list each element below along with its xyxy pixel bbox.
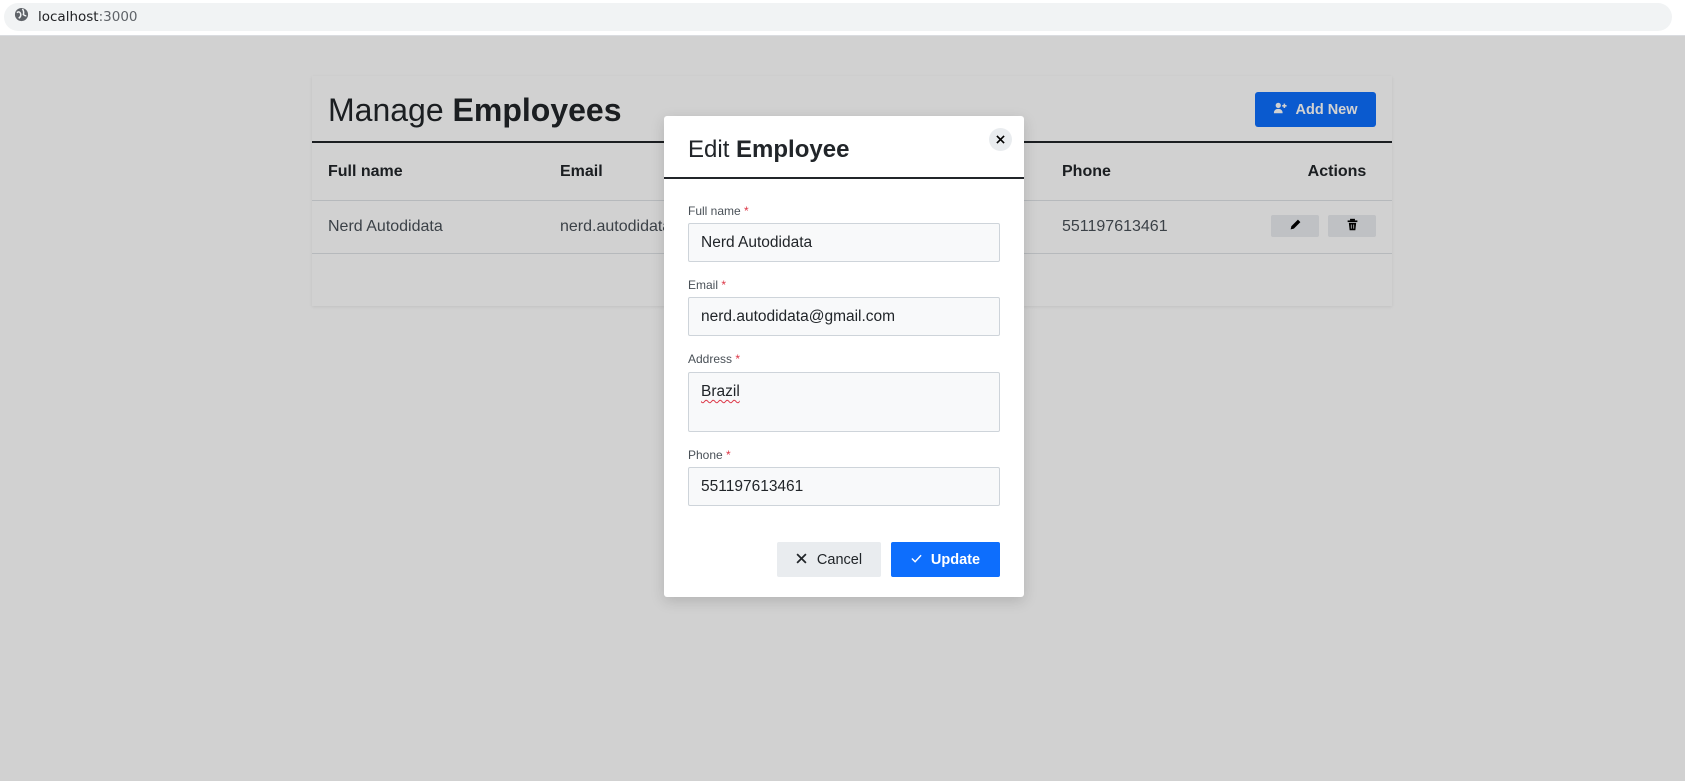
update-label: Update xyxy=(930,551,981,568)
dialog-header: Edit Employee xyxy=(664,116,1024,179)
required-mark: * xyxy=(726,448,731,462)
required-mark: * xyxy=(735,352,741,366)
x-icon xyxy=(796,552,807,568)
full-name-input[interactable] xyxy=(688,223,1000,262)
check-icon xyxy=(911,552,922,568)
phone-input[interactable] xyxy=(688,467,1000,506)
email-label-text: Email xyxy=(688,278,719,292)
phone-label-text: Phone xyxy=(688,448,723,462)
address-bar[interactable]: localhost:3000 xyxy=(4,3,1672,31)
full-name-label-text: Full name xyxy=(688,204,741,218)
email-label: Email * xyxy=(688,278,726,292)
url-port: :3000 xyxy=(98,9,138,25)
address-label: Address * xyxy=(688,352,740,366)
edit-employee-dialog: Edit Employee Full name * Email * Addres… xyxy=(664,116,1024,597)
cancel-button[interactable]: Cancel xyxy=(777,542,881,577)
close-icon xyxy=(996,132,1005,147)
dialog-title-bold: Employee xyxy=(736,136,850,163)
email-input[interactable] xyxy=(688,297,1000,336)
required-mark: * xyxy=(744,204,749,218)
dialog-title-light: Edit xyxy=(688,136,730,163)
url-text: localhost:3000 xyxy=(38,9,138,25)
globe-icon xyxy=(14,7,29,27)
browser-toolbar: localhost:3000 xyxy=(0,0,1685,36)
close-dialog-button[interactable] xyxy=(989,128,1012,151)
dialog-title: Edit Employee xyxy=(688,136,849,164)
url-host: localhost xyxy=(38,9,99,25)
phone-label: Phone * xyxy=(688,448,731,462)
address-textarea[interactable]: Brazil xyxy=(688,372,1000,432)
address-value: Brazil xyxy=(701,383,740,400)
cancel-label: Cancel xyxy=(816,551,863,568)
full-name-label: Full name * xyxy=(688,204,749,218)
address-label-text: Address xyxy=(688,352,733,366)
update-button[interactable]: Update xyxy=(891,542,1000,577)
required-mark: * xyxy=(721,278,727,292)
